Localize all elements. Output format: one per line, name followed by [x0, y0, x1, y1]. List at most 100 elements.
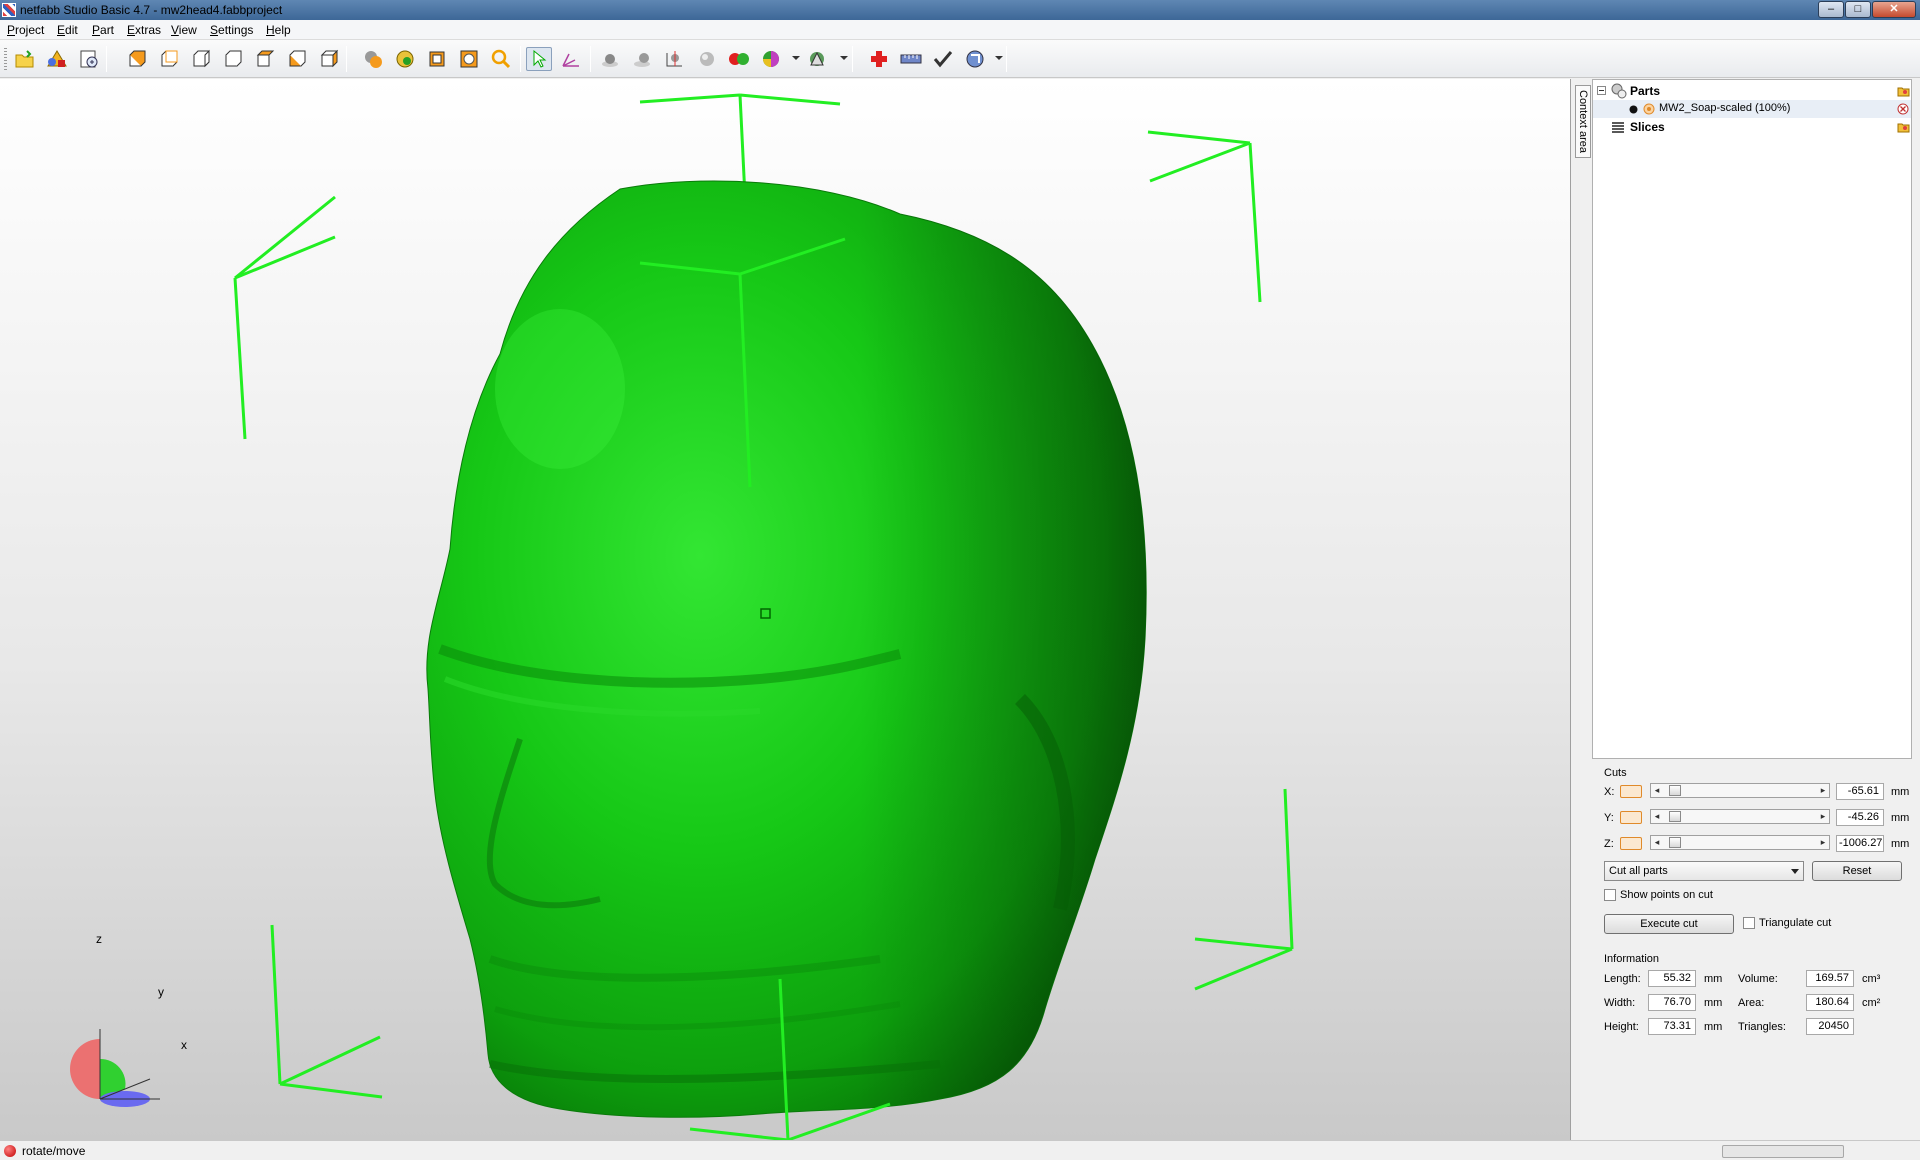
align-icon[interactable]	[662, 47, 688, 71]
minimize-button[interactable]: –	[1818, 1, 1844, 18]
context-area-tab[interactable]: Context area	[1575, 85, 1591, 158]
slider-left-arrow-icon[interactable]: ◂	[1651, 784, 1663, 797]
cut-y-slider-thumb[interactable]	[1669, 811, 1681, 822]
view-top-icon[interactable]	[252, 47, 278, 71]
open-folder-icon[interactable]	[12, 47, 38, 71]
cut-x-field[interactable]: -65.61	[1836, 783, 1884, 800]
sections-icon[interactable]	[758, 47, 784, 71]
progress-bar	[1722, 1145, 1844, 1158]
menu-view[interactable]: View	[171, 23, 197, 37]
maximize-button[interactable]: □	[1845, 1, 1871, 18]
menu-settings[interactable]: Settings	[210, 23, 253, 37]
reset-button[interactable]: Reset	[1812, 861, 1902, 881]
cut-y-field[interactable]: -45.26	[1836, 809, 1884, 826]
tree-row-slices[interactable]: Slices	[1593, 118, 1911, 136]
cut-z-unit: mm	[1891, 838, 1910, 850]
status-text: rotate/move	[22, 1144, 86, 1158]
menu-extras[interactable]: Extras	[127, 23, 161, 37]
wireframe-icon[interactable]	[424, 47, 450, 71]
shade-icon[interactable]	[360, 47, 386, 71]
status-bar: rotate/move	[0, 1140, 1920, 1160]
help-dropdown-icon[interactable]	[995, 56, 1003, 60]
menu-bar: Project Edit Part Extras View Settings H…	[0, 20, 1920, 40]
toolbar-grip[interactable]	[4, 48, 7, 70]
sphere-icon[interactable]	[694, 47, 720, 71]
project-tree: Parts MW2_Soap-scaled (100%) Slices	[1592, 79, 1912, 759]
view-right-icon[interactable]	[220, 47, 246, 71]
view-pick-icon[interactable]	[806, 47, 832, 71]
slices-folder-icon[interactable]	[1897, 121, 1910, 133]
model-scene[interactable]	[0, 79, 1570, 1140]
part-properties-icon[interactable]	[76, 47, 102, 71]
volume-unit: cm³	[1862, 973, 1881, 985]
slider-left-arrow-icon[interactable]: ◂	[1651, 810, 1663, 823]
head-model[interactable]	[426, 180, 1147, 1118]
toolbar	[0, 40, 1920, 78]
view-left-icon[interactable]	[188, 47, 214, 71]
information-group-label: Information	[1604, 953, 1660, 965]
close-button[interactable]: ✕	[1872, 1, 1916, 18]
tree-row-part-item[interactable]: MW2_Soap-scaled (100%)	[1593, 100, 1911, 118]
triangulate-checkbox[interactable]	[1743, 917, 1755, 929]
measure-icon[interactable]	[598, 47, 624, 71]
execute-cut-button[interactable]: Execute cut	[1604, 914, 1734, 934]
cut-z-slider[interactable]: ◂ ▸	[1650, 835, 1830, 850]
3d-viewport[interactable]: z y x	[0, 79, 1570, 1140]
axis-label-y: y	[158, 985, 164, 999]
slider-right-arrow-icon[interactable]: ▸	[1817, 784, 1829, 797]
select-arrow-icon[interactable]	[526, 47, 552, 71]
height-value: 73.31	[1648, 1018, 1696, 1035]
axis-gizmo	[70, 1029, 160, 1107]
menu-project[interactable]: Project	[7, 23, 44, 37]
remove-part-icon[interactable]	[1897, 103, 1909, 115]
view-pick-dropdown-icon[interactable]	[840, 56, 848, 60]
collapse-icon[interactable]	[1597, 86, 1606, 95]
show-points-checkbox[interactable]	[1604, 889, 1616, 901]
ruler-icon[interactable]	[898, 47, 924, 71]
cut-x-slider[interactable]: ◂ ▸	[1650, 783, 1830, 798]
check-icon[interactable]	[930, 47, 956, 71]
cut-y-unit: mm	[1891, 812, 1910, 824]
visibility-dot-icon[interactable]	[1629, 105, 1638, 114]
menu-part[interactable]: Part	[92, 23, 114, 37]
slider-left-arrow-icon[interactable]: ◂	[1651, 836, 1663, 849]
width-value: 76.70	[1648, 994, 1696, 1011]
sections-dropdown-icon[interactable]	[792, 56, 800, 60]
app-icon	[2, 3, 16, 17]
repair-cross-icon[interactable]	[866, 47, 892, 71]
rotate-move-icon[interactable]	[558, 47, 584, 71]
texture-icon[interactable]	[456, 47, 482, 71]
add-part-icon[interactable]	[44, 47, 70, 71]
cut-y-slider[interactable]: ◂ ▸	[1650, 809, 1830, 824]
dimension-icon[interactable]	[630, 47, 656, 71]
right-panel: Parts MW2_Soap-scaled (100%) Slices Cuts…	[1592, 79, 1920, 1140]
cut-mode-dropdown[interactable]: Cut all parts	[1604, 861, 1804, 881]
cut-z-slider-thumb[interactable]	[1669, 837, 1681, 848]
cut-x-color-swatch[interactable]	[1620, 785, 1642, 798]
parts-folder-icon[interactable]	[1897, 85, 1910, 97]
help-icon[interactable]	[962, 47, 988, 71]
cut-z-field[interactable]: -1006.27	[1836, 835, 1884, 852]
cut-x-slider-thumb[interactable]	[1669, 785, 1681, 796]
zoom-icon[interactable]	[488, 47, 514, 71]
length-unit: mm	[1704, 973, 1723, 985]
menu-help[interactable]: Help	[266, 23, 291, 37]
cut-z-color-swatch[interactable]	[1620, 837, 1642, 850]
cut-z-label: Z:	[1604, 838, 1614, 850]
length-label: Length:	[1604, 973, 1641, 985]
cut-mode-value: Cut all parts	[1609, 865, 1668, 877]
triangles-label: Triangles:	[1738, 1021, 1786, 1033]
color-icon[interactable]	[392, 47, 418, 71]
menu-edit[interactable]: Edit	[57, 23, 78, 37]
view-front-icon[interactable]	[124, 47, 150, 71]
view-iso-icon[interactable]	[316, 47, 342, 71]
tree-row-parts[interactable]: Parts	[1593, 82, 1911, 100]
colored-spheres-icon[interactable]	[726, 47, 752, 71]
cut-x-label: X:	[1604, 786, 1615, 798]
slider-right-arrow-icon[interactable]: ▸	[1817, 810, 1829, 823]
slider-right-arrow-icon[interactable]: ▸	[1817, 836, 1829, 849]
view-bottom-icon[interactable]	[284, 47, 310, 71]
view-back-icon[interactable]	[156, 47, 182, 71]
cut-y-color-swatch[interactable]	[1620, 811, 1642, 824]
window-title: netfabb Studio Basic 4.7 - mw2head4.fabb…	[20, 3, 283, 17]
